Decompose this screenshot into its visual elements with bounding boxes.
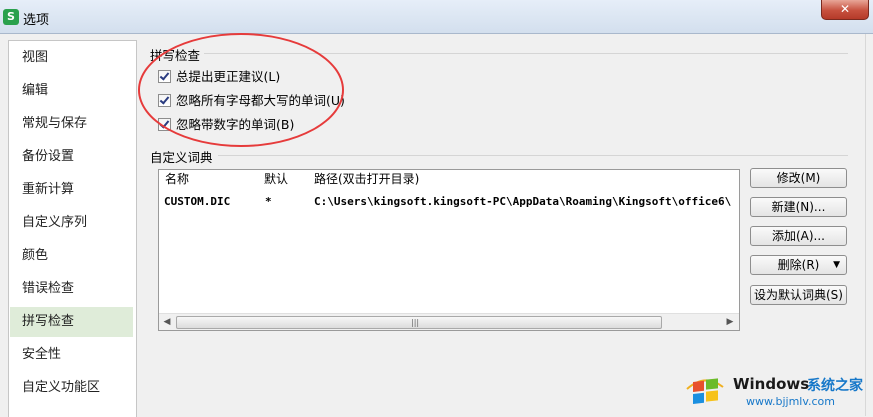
sidebar-item-color[interactable]: 颜色 [10,241,133,271]
modify-button[interactable]: 修改(M) [750,168,847,188]
sidebar-item-general[interactable]: 常规与保存 [10,109,133,139]
sidebar-item-recalc[interactable]: 重新计算 [10,175,133,205]
new-button[interactable]: 新建(N)... [750,197,847,217]
sidebar-item-custom-list[interactable]: 自定义序列 [10,208,133,238]
set-default-dictionary-button[interactable]: 设为默认词典(S) [750,285,847,305]
sidebar-item-error-check[interactable]: 错误检查 [10,274,133,304]
group-divider [218,155,848,156]
close-button[interactable]: ✕ [821,0,869,20]
column-header-path[interactable]: 路径(双击打开目录) [314,170,419,189]
options-sidebar: 视图 编辑 常规与保存 备份设置 重新计算 自定义序列 颜色 错误检查 拼写检查… [8,40,137,417]
delete-button-label: 删除(R) [777,258,820,272]
sidebar-item-view[interactable]: 视图 [10,43,133,73]
dictionary-path-cell: C:\Users\kingsoft.kingsoft-PC\AppData\Ro… [314,195,732,208]
window-title: 选项 [23,13,50,28]
watermark: Windows 系统之家 www.bjjmlv.com [683,369,869,413]
annotation-ellipse [138,33,344,147]
sidebar-item-customize-ribbon[interactable]: 自定义功能区 [10,373,133,403]
dropdown-arrow-icon: ▼ [833,260,840,270]
sidebar-item-backup[interactable]: 备份设置 [10,142,133,172]
window-edge [865,34,873,416]
watermark-brand: Windows [733,375,810,393]
scroll-left-icon[interactable]: ◀ [160,314,174,330]
dictionary-section-title: 自定义词典 [150,147,217,166]
sidebar-item-security[interactable]: 安全性 [10,340,133,370]
dictionary-default-cell: * [265,195,272,208]
sidebar-item-spellcheck[interactable]: 拼写检查 [10,307,133,337]
horizontal-scrollbar[interactable]: ◀ ||| ▶ [159,313,739,330]
dictionary-name-cell: CUSTOM.DIC [164,195,231,208]
windows-logo-icon [686,378,724,404]
column-header-name[interactable]: 名称 [165,170,189,189]
column-header-default[interactable]: 默认 [264,170,288,189]
dictionary-list[interactable]: 名称 默认 路径(双击打开目录) CUSTOM.DIC * C:\Users\k… [158,169,740,331]
app-logo-icon: S [3,9,19,25]
grip-icon: ||| [411,318,420,327]
title-bar: S 选项 ✕ [0,0,873,34]
sidebar-item-edit[interactable]: 编辑 [10,76,133,106]
watermark-url: www.bjjmlv.com [746,395,835,408]
delete-button[interactable]: 删除(R) ▼ [750,255,847,275]
add-button[interactable]: 添加(A)... [750,226,847,246]
scroll-right-icon[interactable]: ▶ [723,314,737,330]
scrollbar-thumb[interactable]: ||| [176,316,662,329]
watermark-site-name: 系统之家 [807,378,863,394]
